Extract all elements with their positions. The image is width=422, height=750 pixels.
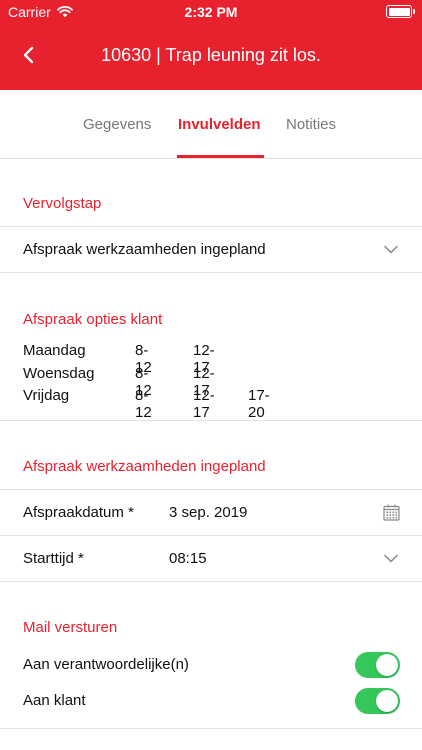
starttijd-label: Starttijd * [23, 550, 84, 567]
nav-bar: 10630 | Trap leuning zit los. [0, 34, 422, 78]
schedule-day: Maandag [23, 342, 86, 359]
vervolgstap-title: Vervolgstap [23, 195, 102, 212]
battery-icon [386, 5, 415, 18]
schedule-day: Vrijdag [23, 387, 70, 404]
toggle-knob [376, 654, 398, 676]
starttijd-value: 08:15 [169, 550, 207, 567]
app-header: Carrier 2:32 PM 10630 | Trap leuning zit… [0, 0, 422, 90]
vervolgstap-value: Afspraak werkzaamheden ingepland [23, 241, 266, 258]
schedule-slot: 8-12 [135, 387, 152, 421]
mail-toggle-row: Aan klant [0, 684, 422, 718]
page-title: 10630 | Trap leuning zit los. [101, 45, 321, 65]
tab-bar: Gegevens Invulvelden Notities [0, 90, 422, 159]
mail-toggle-row: Aan verantwoordelijke(n) [0, 648, 422, 682]
mail-toggle-label: Aan verantwoordelijke(n) [23, 656, 189, 673]
aan-verantwoordelijke-toggle[interactable] [355, 652, 400, 678]
toggle-knob [376, 690, 398, 712]
divider [0, 272, 422, 273]
starttijd-field[interactable]: Starttijd * 08:15 [0, 536, 422, 582]
calendar-icon[interactable] [383, 504, 400, 521]
divider [0, 728, 422, 729]
chevron-down-icon [384, 554, 398, 563]
aan-klant-toggle[interactable] [355, 688, 400, 714]
tab-gegevens[interactable]: Gegevens [83, 116, 151, 133]
chevron-left-icon [23, 46, 34, 64]
divider [0, 581, 422, 582]
clock: 2:32 PM [184, 4, 238, 20]
schedule-slot: 17-20 [248, 387, 270, 421]
mail-versturen-title: Mail versturen [23, 619, 118, 636]
afspraakdatum-value: 3 sep. 2019 [169, 504, 248, 521]
schedule-slot: 12-17 [193, 387, 215, 421]
status-bar: Carrier 2:32 PM [0, 0, 422, 24]
active-tab-indicator [177, 155, 264, 158]
afspraak-ingepland-title: Afspraak werkzaamheden ingepland [23, 458, 266, 475]
tab-notities[interactable]: Notities [286, 116, 336, 133]
afspraakdatum-field[interactable]: Afspraakdatum * 3 sep. 2019 [0, 490, 422, 536]
afspraak-opties-title: Afspraak opties klant [23, 311, 163, 328]
back-button[interactable] [14, 40, 44, 70]
mail-toggle-label: Aan klant [23, 692, 86, 709]
afspraakdatum-label: Afspraakdatum * [23, 504, 134, 521]
chevron-down-icon [384, 245, 398, 254]
vervolgstap-select[interactable]: Afspraak werkzaamheden ingepland [0, 227, 422, 273]
schedule-day: Woensdag [23, 364, 95, 382]
divider [0, 420, 422, 421]
tab-invulvelden[interactable]: Invulvelden [178, 116, 261, 133]
